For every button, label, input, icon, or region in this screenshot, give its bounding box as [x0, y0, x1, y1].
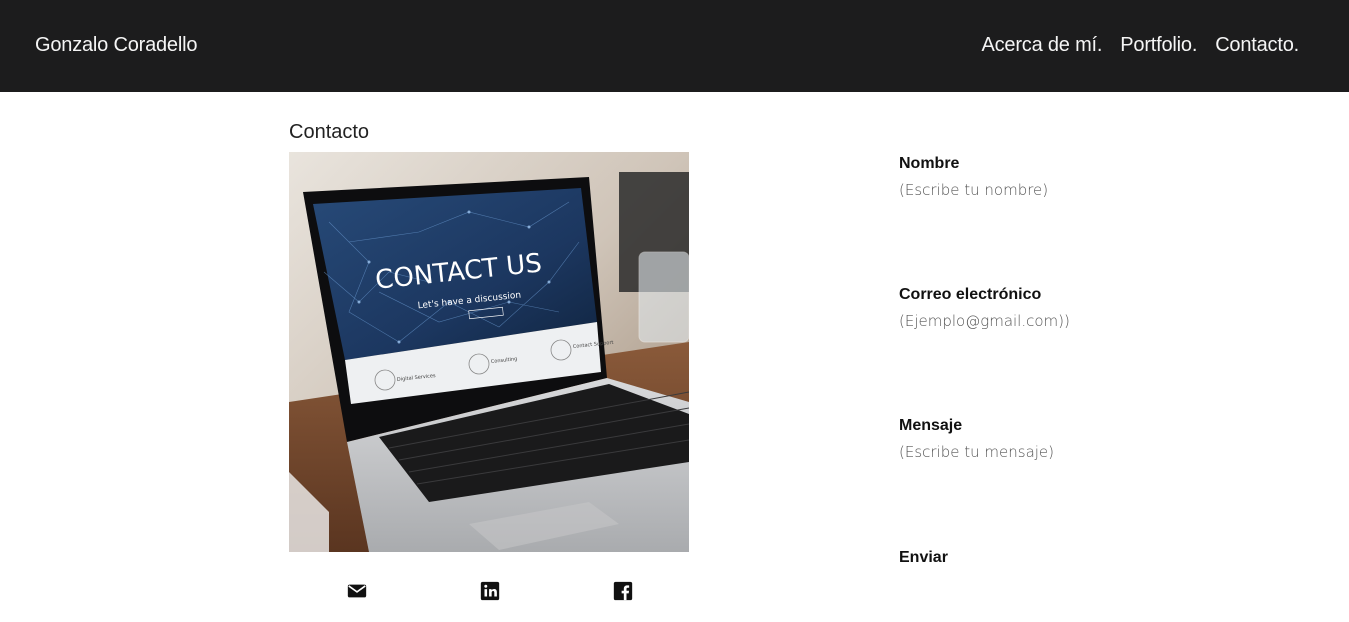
envelope-icon[interactable]	[346, 580, 368, 602]
laptop-illustration: CONTACT US Let's have a discussion Digit…	[289, 152, 689, 552]
name-label: Nombre	[899, 155, 960, 172]
name-field-group: Nombre	[899, 155, 1219, 199]
submit-button[interactable]: Enviar	[899, 549, 948, 567]
email-field-group: Correo electrónico	[899, 286, 1219, 330]
name-input[interactable]	[899, 181, 1199, 199]
nav-link-contact[interactable]: Contacto.	[1215, 34, 1299, 57]
brand-link[interactable]: Gonzalo Coradello	[35, 34, 197, 57]
nav-menu: Acerca de mí. Portfolio. Contacto.	[981, 34, 1299, 57]
facebook-icon[interactable]	[612, 580, 634, 602]
nav-link-about[interactable]: Acerca de mí.	[981, 34, 1102, 57]
email-input[interactable]	[899, 312, 1199, 330]
message-input[interactable]	[899, 443, 1199, 461]
message-field-group: Mensaje	[899, 417, 1219, 461]
nav-link-portfolio[interactable]: Portfolio.	[1120, 34, 1197, 57]
message-label: Mensaje	[899, 417, 963, 434]
email-label: Correo electrónico	[899, 286, 1042, 303]
page-title: Contacto	[289, 121, 370, 143]
contact-hero-image: CONTACT US Let's have a discussion Digit…	[289, 152, 689, 552]
navbar: Gonzalo Coradello Acerca de mí. Portfoli…	[0, 0, 1349, 92]
social-links	[289, 580, 689, 604]
linkedin-icon[interactable]	[479, 580, 501, 602]
